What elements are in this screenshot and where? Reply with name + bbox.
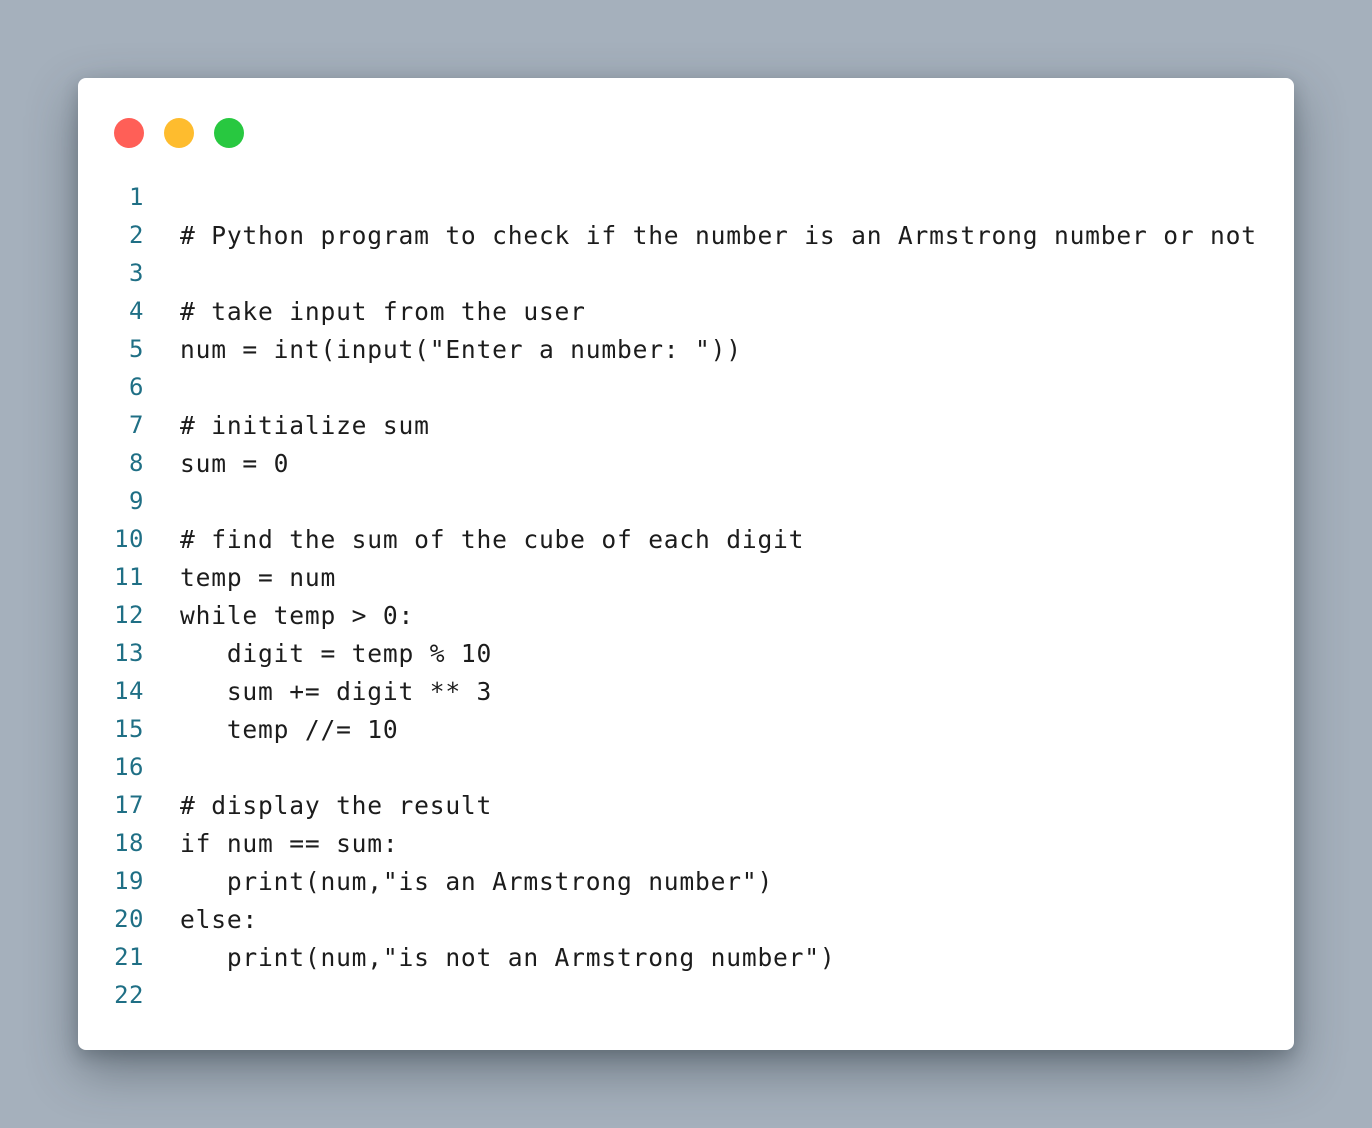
- line-text: print(num,"is not an Armstrong number"): [180, 942, 836, 972]
- line-number: 22: [114, 981, 144, 1009]
- code-line: 13 digit = temp % 10: [78, 634, 1294, 672]
- line-number: 7: [129, 411, 144, 439]
- line-number: 19: [114, 867, 144, 895]
- code-line: 11 temp = num: [78, 558, 1294, 596]
- code-line: 18 if num == sum:: [78, 824, 1294, 862]
- code-line: 2 # Python program to check if the number…: [78, 216, 1294, 254]
- code-line: 4 # take input from the user: [78, 292, 1294, 330]
- line-number: 18: [114, 829, 144, 857]
- code-line: 14 sum += digit ** 3: [78, 672, 1294, 710]
- line-number: 8: [129, 449, 144, 477]
- line-number: 2: [129, 221, 144, 249]
- line-text: # Python program to check if the number …: [180, 220, 1257, 250]
- line-text: else:: [180, 904, 259, 934]
- code-line: 22: [78, 976, 1294, 1014]
- code-window: 1 2 # Python program to check if the numb…: [78, 78, 1294, 1050]
- line-number: 13: [114, 639, 144, 667]
- minimize-button[interactable]: [164, 118, 194, 148]
- line-number: 3: [129, 259, 144, 287]
- line-text: sum = 0: [180, 448, 290, 478]
- line-text: # take input from the user: [180, 296, 586, 326]
- line-number: 10: [114, 525, 144, 553]
- code-line: 1: [78, 178, 1294, 216]
- code-line: 21 print(num,"is not an Armstrong number…: [78, 938, 1294, 976]
- line-number: 20: [114, 905, 144, 933]
- line-text: while temp > 0:: [180, 600, 415, 630]
- code-line: 12 while temp > 0:: [78, 596, 1294, 634]
- code-line: 15 temp //= 10: [78, 710, 1294, 748]
- line-number: 4: [129, 297, 144, 325]
- line-number: 17: [114, 791, 144, 819]
- code-line: 6: [78, 368, 1294, 406]
- line-number: 12: [114, 601, 144, 629]
- code-line: 10 # find the sum of the cube of each dig…: [78, 520, 1294, 558]
- code-line: 9: [78, 482, 1294, 520]
- code-line: 8 sum = 0: [78, 444, 1294, 482]
- window-controls: [114, 118, 244, 148]
- line-number: 11: [114, 563, 144, 591]
- line-text: num = int(input("Enter a number: ")): [180, 334, 742, 364]
- code-line: 7 # initialize sum: [78, 406, 1294, 444]
- line-number: 5: [129, 335, 144, 363]
- line-text: if num == sum:: [180, 828, 399, 858]
- code-line: 19 print(num,"is an Armstrong number"): [78, 862, 1294, 900]
- code-line: 20 else:: [78, 900, 1294, 938]
- code-line: 5 num = int(input("Enter a number: ")): [78, 330, 1294, 368]
- line-number: 16: [114, 753, 144, 781]
- line-text: # find the sum of the cube of each digit: [180, 524, 805, 554]
- line-number: 9: [129, 487, 144, 515]
- line-text: temp //= 10: [180, 714, 399, 744]
- line-number: 14: [114, 677, 144, 705]
- line-text: # display the result: [180, 790, 493, 820]
- code-line: 3: [78, 254, 1294, 292]
- line-text: temp = num: [180, 562, 337, 592]
- line-text: sum += digit ** 3: [180, 676, 493, 706]
- line-number: 21: [114, 943, 144, 971]
- line-number: 15: [114, 715, 144, 743]
- code-line: 16: [78, 748, 1294, 786]
- line-number: 6: [129, 373, 144, 401]
- maximize-button[interactable]: [214, 118, 244, 148]
- close-button[interactable]: [114, 118, 144, 148]
- line-text: digit = temp % 10: [180, 638, 493, 668]
- line-text: print(num,"is an Armstrong number"): [180, 866, 774, 896]
- line-number: 1: [129, 183, 144, 211]
- code-line: 17 # display the result: [78, 786, 1294, 824]
- line-text: # initialize sum: [180, 410, 430, 440]
- code-block[interactable]: 1 2 # Python program to check if the numb…: [78, 178, 1294, 1014]
